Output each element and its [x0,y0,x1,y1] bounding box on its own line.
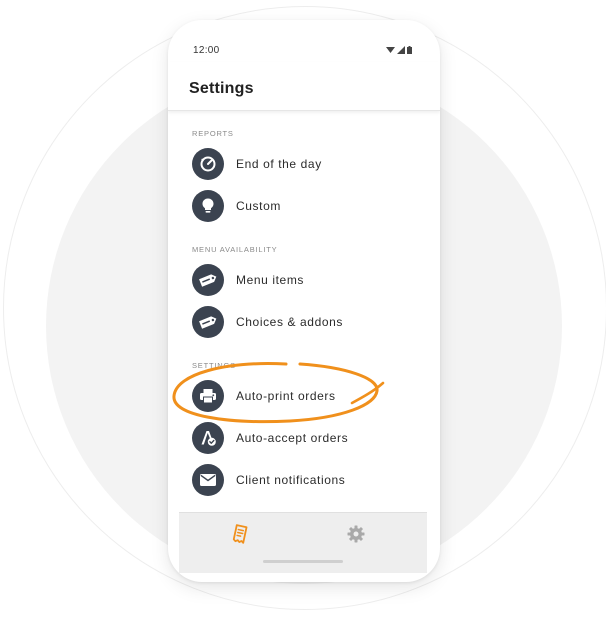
settings-item-choices-addons[interactable]: Choices & addons [168,304,440,344]
settings-item-custom[interactable]: Custom [168,188,440,228]
auto-accept-icon [192,422,224,454]
tab-settings[interactable] [341,519,371,549]
status-bar: 12:00 [168,20,440,62]
section-header-reports: REPORTS [192,129,234,138]
tag-icon [192,264,224,296]
home-indicator [263,560,343,563]
app-header: Settings [168,62,440,111]
section-header-settings: SETTINGS [192,361,236,370]
settings-item-client-notifications[interactable]: Client notifications [168,462,440,502]
status-time: 12:00 [193,45,220,56]
bottom-nav [179,512,427,573]
tab-orders[interactable] [225,519,255,549]
settings-item-menu-items[interactable]: Menu items [168,262,440,302]
signal-icon [397,46,405,54]
envelope-icon [192,464,224,496]
settings-item-label: Menu items [236,273,305,287]
settings-item-label: Client notifications [236,473,346,487]
wifi-icon [386,47,395,53]
settings-item-label: End of the day [236,157,322,171]
page-title: Settings [189,80,254,97]
settings-item-label: Custom [236,199,281,213]
printer-icon [192,380,224,412]
section-header-menu-availability: MENU AVAILABILITY [192,245,278,254]
settings-item-end-of-the-day[interactable]: End of the day [168,146,440,186]
settings-item-label: Auto-accept orders [236,431,349,445]
settings-item-label: Auto-print orders [236,389,336,403]
settings-item-auto-accept-orders[interactable]: Auto-accept orders [168,420,440,460]
tag-icon [192,306,224,338]
gear-icon [347,525,365,543]
status-icons [386,46,412,54]
lightbulb-icon [192,190,224,222]
phone-frame: 12:00 Settings REPORTS End of the day Cu… [168,20,440,582]
orders-receipt-icon [232,524,248,544]
settings-item-label: Choices & addons [236,315,343,329]
report-clock-icon [192,148,224,180]
battery-icon [407,46,412,54]
settings-item-auto-print-orders[interactable]: Auto-print orders [168,378,440,418]
